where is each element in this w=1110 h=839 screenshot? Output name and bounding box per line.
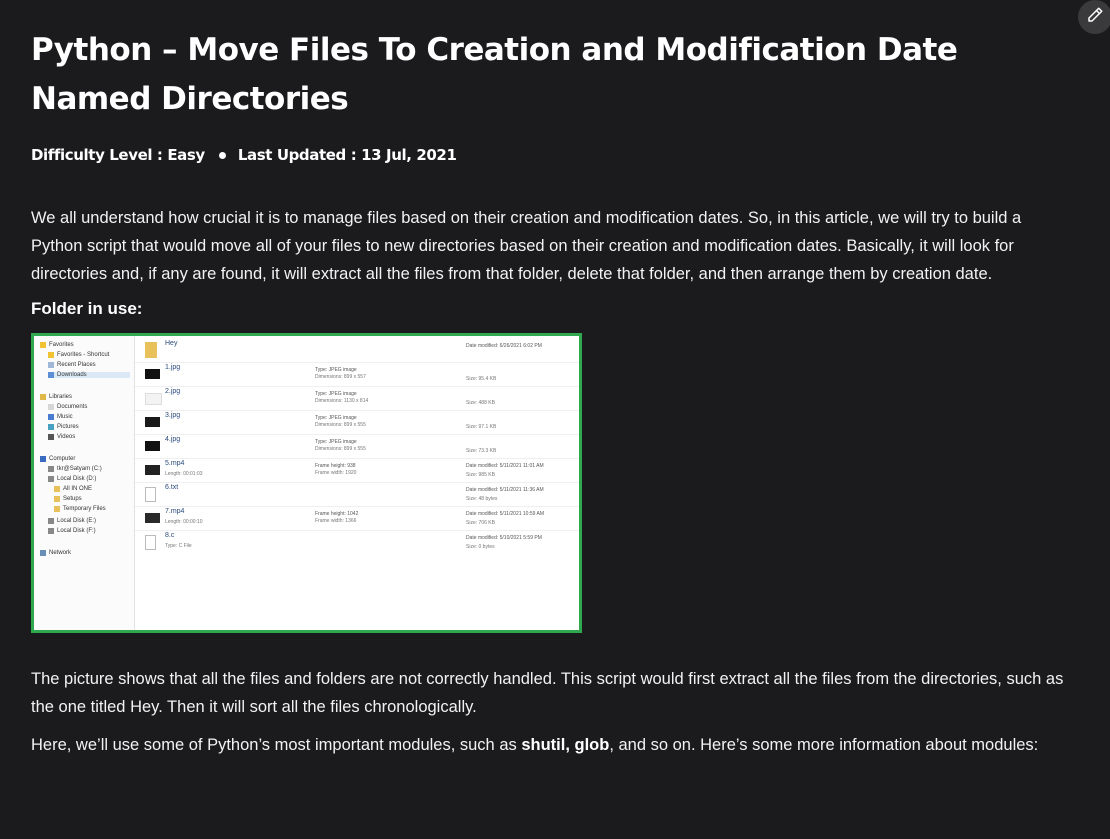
file-row: Hey Date modified: 6/26/2021 6:02 PM xyxy=(135,338,579,363)
nav-documents: Documents xyxy=(48,404,87,410)
star-icon xyxy=(40,342,46,348)
file-row: 6.txt Date modified: 5/11/2021 11:36 AM … xyxy=(135,482,579,507)
file-row: 8.c Type: C File Date modified: 5/10/202… xyxy=(135,530,579,554)
folder-icon xyxy=(54,496,60,502)
nav-temporary-files: Temporary Files xyxy=(54,506,106,512)
nav-downloads: Downloads xyxy=(48,372,130,378)
difficulty-level[interactable]: Difficulty Level : Easy xyxy=(31,146,205,164)
image-thumbnail-icon xyxy=(145,369,160,379)
last-updated: Last Updated : 13 Jul, 2021 xyxy=(237,146,457,164)
file-row: 5.mp4 Length: 00:01:03 Frame height: 938… xyxy=(135,458,579,483)
image-thumbnail-icon xyxy=(145,393,162,405)
document-icon xyxy=(48,404,54,410)
file-row: 2.jpg Type: JPEG image Dimensions: 1130 … xyxy=(135,386,579,411)
folder-heading: Folder in use: xyxy=(31,299,143,318)
picture-icon xyxy=(48,424,54,430)
nav-network: Network xyxy=(40,550,71,556)
folder-icon xyxy=(54,486,60,492)
file-row: 3.jpg Type: JPEG image Dimensions: 899 x… xyxy=(135,410,579,435)
drive-icon xyxy=(48,476,54,482)
separator-dot xyxy=(218,151,226,159)
drive-icon xyxy=(48,528,54,534)
module-glob: glob xyxy=(574,736,610,754)
module-separator: , xyxy=(565,736,575,754)
library-icon xyxy=(40,394,46,400)
file-row: 1.jpg Type: JPEG image Dimensions: 899 x… xyxy=(135,362,579,387)
nav-pictures: Pictures xyxy=(48,424,79,430)
nav-drive-f: Local Disk (F:) xyxy=(48,528,96,534)
download-icon xyxy=(48,372,54,378)
paragraph-modules: Here, we’ll use some of Python’s most im… xyxy=(31,736,1039,754)
nav-libraries: Libraries xyxy=(40,394,72,400)
nav-computer: Computer xyxy=(40,456,75,462)
recent-icon xyxy=(48,362,54,368)
nav-drive-e: Local Disk (E:) xyxy=(48,518,96,524)
nav-drive-c: tkr@Satyam (C:) xyxy=(48,466,102,472)
nav-favorites-shortcut: Favorites - Shortcut xyxy=(48,352,109,358)
video-icon xyxy=(48,434,54,440)
image-thumbnail-icon xyxy=(145,417,160,427)
article-title: Python – Move Files To Creation and Modi… xyxy=(31,32,958,117)
paragraph-explanation: The picture shows that all the files and… xyxy=(31,670,1064,716)
folder-icon xyxy=(145,342,157,358)
star-icon xyxy=(48,352,54,358)
module-shutil: shutil xyxy=(521,736,566,754)
video-thumbnail-icon xyxy=(145,513,160,523)
article: Python – Move Files To Creation and Modi… xyxy=(31,26,1076,759)
article-meta: Difficulty Level : Easy Last Updated : 1… xyxy=(31,146,1076,164)
computer-icon xyxy=(40,456,46,462)
pencil-icon xyxy=(1086,6,1104,29)
folder-screenshot: Favorites Favorites - Shortcut Recent Pl… xyxy=(31,333,582,633)
video-thumbnail-icon xyxy=(145,465,160,475)
nav-all-in-one: All IN ONE xyxy=(54,486,92,492)
text-file-icon xyxy=(145,487,156,502)
nav-setups: Setups xyxy=(54,496,82,502)
explorer-nav-pane: Favorites Favorites - Shortcut Recent Pl… xyxy=(34,336,135,630)
edit-button[interactable] xyxy=(1078,0,1110,34)
nav-music: Music xyxy=(48,414,73,420)
explorer-file-pane: Hey Date modified: 6/26/2021 6:02 PM 1.j… xyxy=(135,336,579,630)
music-icon xyxy=(48,414,54,420)
drive-icon xyxy=(48,518,54,524)
file-row: 4.jpg Type: JPEG image Dimensions: 899 x… xyxy=(135,434,579,459)
nav-favorites: Favorites xyxy=(40,342,74,348)
network-icon xyxy=(40,550,46,556)
nav-drive-d: Local Disk (D:) xyxy=(48,476,96,482)
image-thumbnail-icon xyxy=(145,441,160,451)
file-row: 7.mp4 Length: 00:00:10 Frame height: 104… xyxy=(135,506,579,531)
c-file-icon xyxy=(145,535,156,550)
nav-recent-places: Recent Places xyxy=(48,362,96,368)
nav-videos: Videos xyxy=(48,434,75,440)
intro-paragraph: We all understand how crucial it is to m… xyxy=(31,209,1022,283)
folder-icon xyxy=(54,506,60,512)
drive-icon xyxy=(48,466,54,472)
